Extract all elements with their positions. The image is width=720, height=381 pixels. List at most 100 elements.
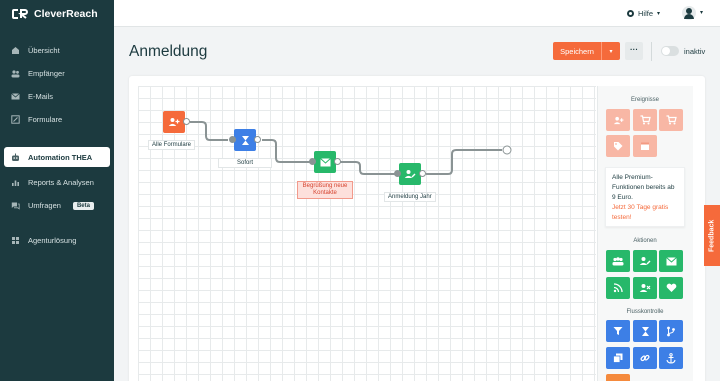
users-icon <box>612 256 624 265</box>
cleverreach-logo-icon <box>12 8 28 19</box>
sidebar-item-label: Automation THEA <box>28 152 93 162</box>
help-menu[interactable]: Hilfe ▾ <box>627 9 660 18</box>
form-icon <box>11 115 20 124</box>
actions-heading: Aktionen <box>633 238 657 244</box>
logo[interactable]: CleverReach <box>0 0 114 27</box>
event-date-tile[interactable] <box>633 135 657 157</box>
rss-icon <box>613 283 623 293</box>
sidebar-item-uebersicht[interactable]: Übersicht <box>0 39 114 62</box>
user-add-icon <box>168 118 180 126</box>
toolbar-divider <box>651 42 652 61</box>
user-remove-icon <box>639 284 651 292</box>
action-heart-tile[interactable] <box>659 277 683 299</box>
flow-node-anmeldung-jahr[interactable] <box>394 163 426 185</box>
filter-icon <box>613 327 623 335</box>
sidebar-item-empfaenger[interactable]: Empfänger <box>0 62 114 85</box>
control-more-tile[interactable] <box>606 374 630 381</box>
events-heading: Ereignisse <box>630 97 659 103</box>
beta-badge: Beta <box>72 201 94 210</box>
hourglass-icon <box>641 326 649 336</box>
chart-icon <box>12 180 19 186</box>
save-button[interactable]: Speichern <box>553 47 601 56</box>
node-label: Anmeldung Jahr <box>384 192 436 202</box>
output-port[interactable] <box>183 118 190 125</box>
sidebar-separator <box>0 217 114 229</box>
sidebar-nav: Übersicht Empfänger E-Mails Formulare Au… <box>0 39 114 252</box>
output-port[interactable] <box>419 170 426 177</box>
premium-promo: Alle Premium-Funktionen bereits ab 9 Eur… <box>605 167 685 227</box>
control-wait-tile[interactable] <box>633 320 657 342</box>
flow-node-sofort[interactable] <box>229 129 261 151</box>
control-filter-tile[interactable] <box>606 320 630 342</box>
action-remove-user-tile[interactable] <box>633 277 657 299</box>
active-toggle[interactable] <box>661 46 679 56</box>
action-rss-tile[interactable] <box>606 277 630 299</box>
action-send-mail-tile[interactable] <box>659 250 683 272</box>
event-tag-tile[interactable] <box>606 135 630 157</box>
control-branch-tile[interactable] <box>659 320 683 342</box>
mail-icon <box>319 157 331 166</box>
action-users-tile[interactable] <box>606 250 630 272</box>
shopping-cart-icon <box>666 115 677 125</box>
output-port[interactable] <box>254 136 261 143</box>
node-label-error: Begrüßung neue Kontakte <box>297 181 353 199</box>
sidebar-item-formulare[interactable]: Formulare <box>0 108 114 131</box>
action-edit-user-tile[interactable] <box>633 250 657 272</box>
flow-control-heading: Flusskontrolle <box>626 309 664 315</box>
copy-icon <box>613 353 623 363</box>
sidebar-item-label: Reports & Analysen <box>28 178 94 187</box>
save-dropdown-button[interactable]: ▾ <box>601 42 620 60</box>
hourglass-icon <box>241 135 249 145</box>
chat-icon <box>11 202 20 210</box>
event-cart-abandon-tile[interactable] <box>659 109 683 131</box>
mail-icon <box>11 93 20 100</box>
chevron-down-icon: ▾ <box>657 11 661 17</box>
sidebar-item-label: Übersicht <box>28 46 60 55</box>
flow-node-alle-formulare[interactable] <box>163 111 190 133</box>
event-cart-tile[interactable] <box>633 109 657 131</box>
user-avatar[interactable] <box>682 6 696 20</box>
flow-canvas[interactable] <box>138 86 596 381</box>
page-title: Anmeldung <box>129 43 208 60</box>
chevron-down-icon: ▾ <box>609 48 613 55</box>
chevron-down-icon[interactable]: ▾ <box>700 9 703 16</box>
help-label: Hilfe <box>638 9 654 18</box>
output-port[interactable] <box>334 158 341 165</box>
sidebar-item-umfragen[interactable]: Umfragen Beta <box>0 194 114 217</box>
robot-icon <box>12 153 19 161</box>
sidebar-item-label: Empfänger <box>28 69 65 78</box>
sidebar-item-automation-thea[interactable]: Automation THEA <box>4 147 110 167</box>
sidebar-separator <box>0 131 114 143</box>
input-port[interactable] <box>394 170 401 177</box>
link-icon <box>640 354 650 362</box>
feedback-tab[interactable]: Feedback <box>704 205 720 266</box>
sidebar-item-label: Agenturlösung <box>28 236 77 245</box>
flow-node-begruessung[interactable] <box>309 151 341 173</box>
sidebar-item-agenturloesung[interactable]: Agenturlösung <box>0 229 114 252</box>
branch-icon <box>667 326 675 336</box>
event-subscribe-tile[interactable] <box>606 109 630 131</box>
tag-icon <box>614 142 623 151</box>
control-link-tile[interactable] <box>633 347 657 369</box>
control-anchor-tile[interactable] <box>659 347 683 369</box>
save-button-group: Speichern ▾ <box>553 42 620 60</box>
more-options-button[interactable]: ··· <box>625 42 643 60</box>
input-port[interactable] <box>229 136 236 143</box>
input-port[interactable] <box>309 158 316 165</box>
sidebar-item-emails[interactable]: E-Mails <box>0 85 114 108</box>
sidebar-item-label: Umfragen <box>28 201 61 210</box>
anchor-icon <box>666 352 676 364</box>
users-icon <box>11 70 20 78</box>
user-edit-icon <box>639 257 651 265</box>
dashboard-icon <box>12 47 19 54</box>
toggle-label: inaktiv <box>684 47 706 56</box>
promo-text: Alle Premium-Funktionen bereits ab 9 Eur… <box>612 174 675 201</box>
help-icon <box>627 10 634 17</box>
promo-trial-link[interactable]: Jetzt 30 Tage gratis testen! <box>612 203 678 223</box>
heart-icon <box>666 283 676 292</box>
calendar-icon <box>641 142 649 150</box>
sidebar-item-label: E-Mails <box>28 92 54 101</box>
sidebar-item-reports[interactable]: Reports & Analysen <box>0 171 114 194</box>
node-label: Alle Formulare <box>148 140 196 150</box>
control-copy-tile[interactable] <box>606 347 630 369</box>
